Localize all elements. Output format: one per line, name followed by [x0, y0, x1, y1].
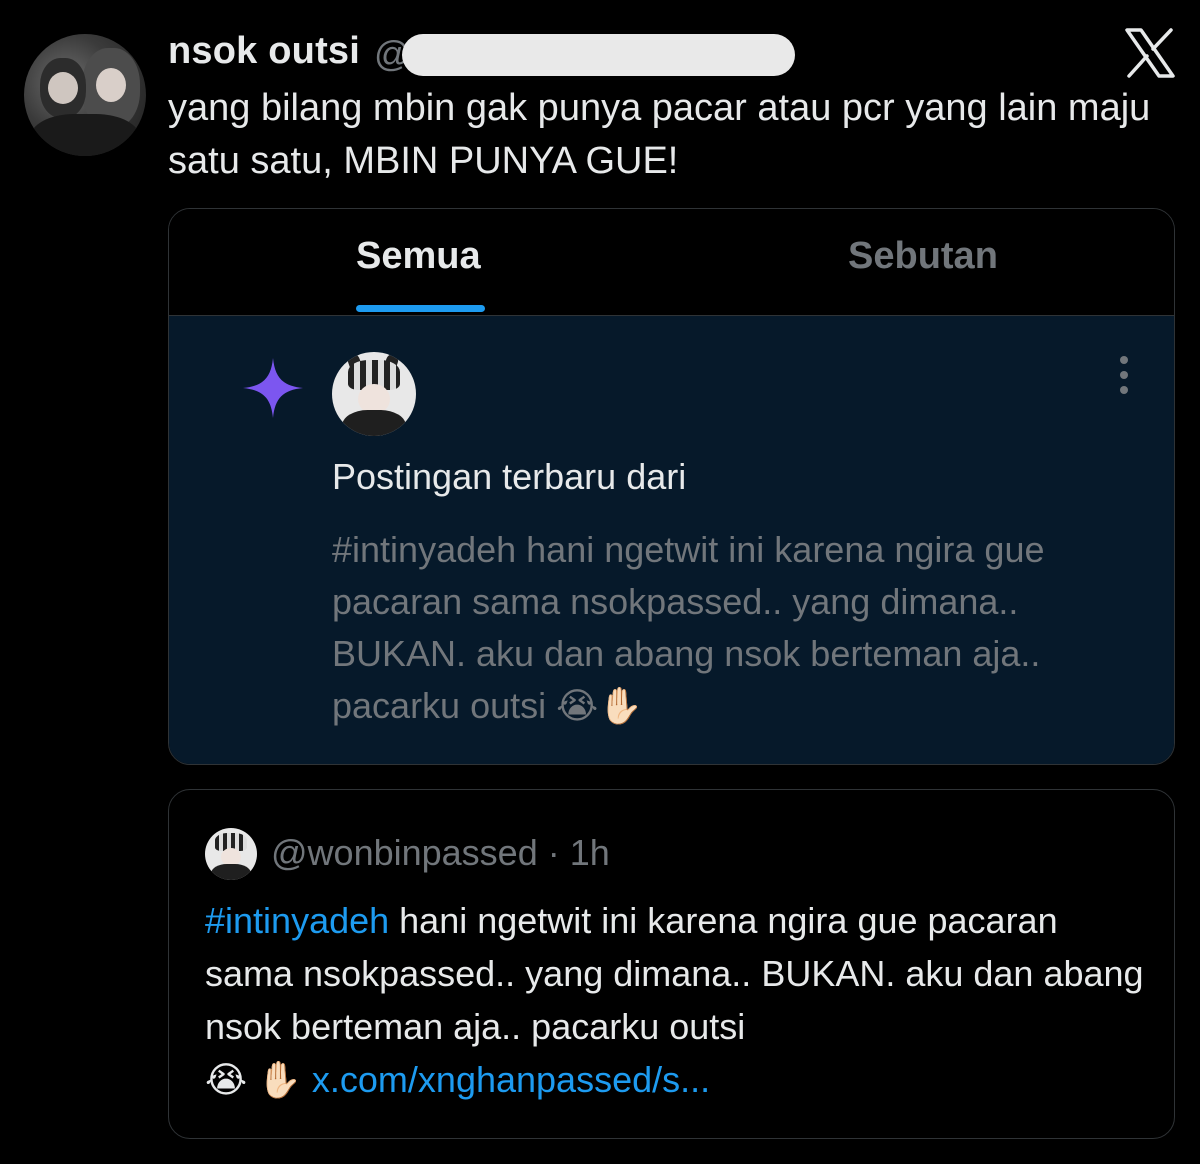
- active-tab-indicator: [356, 305, 485, 312]
- notification-title: Postingan terbaru dari: [332, 456, 687, 497]
- quoted-url-link[interactable]: x.com/xnghanpassed/s...: [312, 1059, 710, 1100]
- quoted-handle[interactable]: @wonbinpassed · 1h: [271, 832, 610, 874]
- tab-semua[interactable]: Semua: [356, 235, 481, 278]
- notification-screenshot: Semua Sebutan Postingan terbaru dari #in…: [168, 208, 1175, 765]
- quoted-avatar[interactable]: [205, 828, 257, 880]
- x-logo-icon: [1125, 28, 1175, 78]
- redacted-handle: [402, 34, 795, 76]
- notification-tabs: Semua Sebutan: [169, 209, 1174, 316]
- notification-avatar[interactable]: [332, 352, 416, 436]
- author-avatar[interactable]: [24, 34, 146, 156]
- notification-item[interactable]: Postingan terbaru dari #intinyadeh hani …: [169, 316, 1174, 764]
- tab-sebutan[interactable]: Sebutan: [848, 235, 998, 278]
- quoted-tweet[interactable]: @wonbinpassed · 1h #intinyadeh hani nget…: [168, 789, 1175, 1139]
- notification-preview: #intinyadeh hani ngetwit ini karena ngir…: [332, 529, 1045, 726]
- quoted-emoji: 😭 ✋🏻: [205, 1059, 312, 1100]
- author-name[interactable]: nsok outsi: [168, 30, 360, 73]
- more-options-icon[interactable]: [1114, 352, 1134, 398]
- tweet-text: yang bilang mbin gak punya pacar atau pc…: [168, 87, 1151, 182]
- quoted-text: #intinyadeh hani ngetwit ini karena ngir…: [205, 894, 1155, 1106]
- sparkle-icon: [243, 358, 303, 418]
- hashtag-link[interactable]: #intinyadeh: [205, 900, 389, 941]
